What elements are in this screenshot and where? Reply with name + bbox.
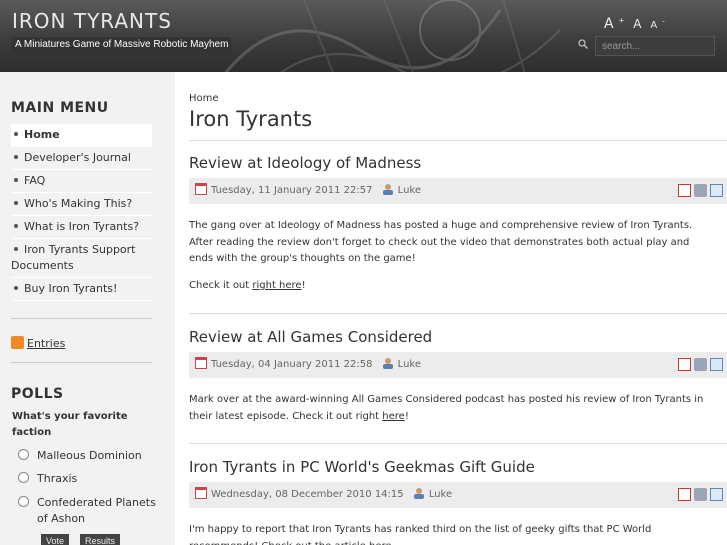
breadcrumb[interactable]: Home xyxy=(189,93,219,104)
menu-item-support-documents[interactable]: Iron Tyrants Support Documents xyxy=(11,239,152,278)
menu-item-what-is-iron-tyrants[interactable]: What is Iron Tyrants? xyxy=(11,216,152,239)
polls-title: POLLS xyxy=(11,386,64,402)
pdf-icon[interactable] xyxy=(678,184,691,197)
poll-option[interactable]: Malleous Dominion xyxy=(18,448,157,464)
site-header: IRON TYRANTS A Miniatures Game of Massiv… xyxy=(0,0,727,72)
bullet-icon xyxy=(14,201,18,205)
calendar-icon xyxy=(195,183,207,195)
site-title[interactable]: IRON TYRANTS xyxy=(12,9,172,33)
font-smaller-button[interactable]: A- xyxy=(650,18,664,31)
rss-entries-link[interactable]: Entries xyxy=(27,337,65,350)
menu-item-whos-making-this[interactable]: Who's Making This? xyxy=(11,193,152,216)
main-menu-title: MAIN MENU xyxy=(11,100,109,116)
article-meta: Tuesday, 11 January 2011 22:57 Luke xyxy=(189,178,727,204)
content-divider xyxy=(189,313,727,314)
radio-button[interactable] xyxy=(18,472,29,483)
site-tagline: A Miniatures Game of Massive Robotic May… xyxy=(12,37,232,54)
article-text: I'm happy to report that Iron Tyrants ha… xyxy=(189,524,652,545)
print-icon[interactable] xyxy=(694,184,707,197)
bullet-icon xyxy=(14,132,18,136)
bullet-icon xyxy=(14,286,18,290)
search-input[interactable] xyxy=(595,36,715,56)
font-larger-button[interactable]: A + xyxy=(604,16,624,32)
menu-item-buy-iron-tyrants[interactable]: Buy Iron Tyrants! xyxy=(11,278,152,301)
user-icon xyxy=(413,488,424,499)
print-icon[interactable] xyxy=(694,488,707,501)
font-reset-button[interactable]: A xyxy=(633,17,641,31)
bullet-icon xyxy=(14,247,18,251)
email-icon[interactable] xyxy=(710,184,723,197)
poll-option[interactable]: Thraxis xyxy=(18,471,157,487)
article-link[interactable]: here xyxy=(382,411,405,422)
bullet-icon xyxy=(14,155,18,159)
header-artwork xyxy=(224,0,561,72)
calendar-icon xyxy=(195,357,207,369)
user-icon xyxy=(382,358,393,369)
poll-option[interactable]: Confederated Planets of Ashon xyxy=(18,495,157,527)
content-divider xyxy=(189,140,727,141)
article-title[interactable]: Review at All Games Considered xyxy=(189,328,432,346)
pdf-icon[interactable] xyxy=(678,488,691,501)
menu-item-developers-journal[interactable]: Developer's Journal xyxy=(11,147,152,170)
email-icon[interactable] xyxy=(710,358,723,371)
radio-button[interactable] xyxy=(18,449,29,460)
bullet-icon xyxy=(14,224,18,228)
email-icon[interactable] xyxy=(710,488,723,501)
article-link[interactable]: right here xyxy=(252,280,301,291)
sidebar-divider xyxy=(11,362,152,363)
menu-item-faq[interactable]: FAQ xyxy=(11,170,152,193)
pdf-icon[interactable] xyxy=(678,358,691,371)
font-size-controls: A + A A- xyxy=(604,16,670,32)
poll-question: What's your favorite faction xyxy=(12,411,128,438)
main-content: Home Iron Tyrants Review at Ideology of … xyxy=(175,72,727,545)
radio-button[interactable] xyxy=(18,496,29,507)
article-title[interactable]: Iron Tyrants in PC World's Geekmas Gift … xyxy=(189,458,535,476)
vote-button[interactable]: Vote xyxy=(41,534,70,545)
article-meta: Tuesday, 04 January 2011 22:58 Luke xyxy=(189,352,727,378)
calendar-icon xyxy=(195,487,207,499)
article-meta: Wednesday, 08 December 2010 14:15 Luke xyxy=(189,482,727,508)
bullet-icon xyxy=(14,178,18,182)
article-text: The gang over at Ideology of Madness has… xyxy=(189,220,693,264)
results-button[interactable]: Results xyxy=(80,534,121,545)
page-title: Iron Tyrants xyxy=(189,107,313,131)
rss-icon[interactable] xyxy=(11,336,24,349)
menu-item-home[interactable]: Home xyxy=(11,124,152,147)
sidebar-divider xyxy=(11,318,152,319)
user-icon xyxy=(382,184,393,195)
search-icon xyxy=(578,39,588,49)
article-text: Check it out right here! xyxy=(189,280,306,291)
article-text: Mark over at the award-winning All Games… xyxy=(189,394,704,422)
content-divider xyxy=(189,443,727,444)
rss-feed: Entries xyxy=(11,336,65,350)
article-title[interactable]: Review at Ideology of Madness xyxy=(189,154,421,172)
main-menu: Home Developer's Journal FAQ Who's Makin… xyxy=(11,124,152,301)
sidebar: MAIN MENU Home Developer's Journal FAQ W… xyxy=(0,72,175,545)
print-icon[interactable] xyxy=(694,358,707,371)
